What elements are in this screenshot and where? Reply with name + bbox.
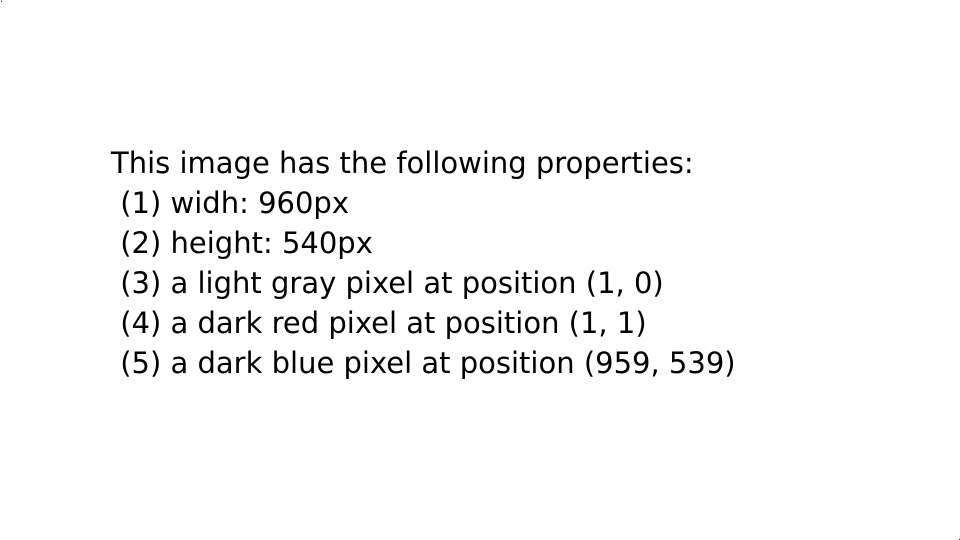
properties-heading: This image has the following properties: [111, 146, 694, 180]
property-item-light-gray-pixel: (3) a light gray pixel at position (1, 0… [111, 266, 664, 300]
property-item-dark-red-pixel: (4) a dark red pixel at position (1, 1) [111, 306, 647, 340]
property-item-dark-blue-pixel: (5) a dark blue pixel at position (959, … [111, 346, 736, 380]
property-item-height: (2) height: 540px [111, 226, 373, 260]
properties-text-block: This image has the following properties:… [111, 143, 736, 383]
property-item-width: (1) widh: 960px [111, 186, 349, 220]
dark-red-pixel [1, 1, 2, 2]
